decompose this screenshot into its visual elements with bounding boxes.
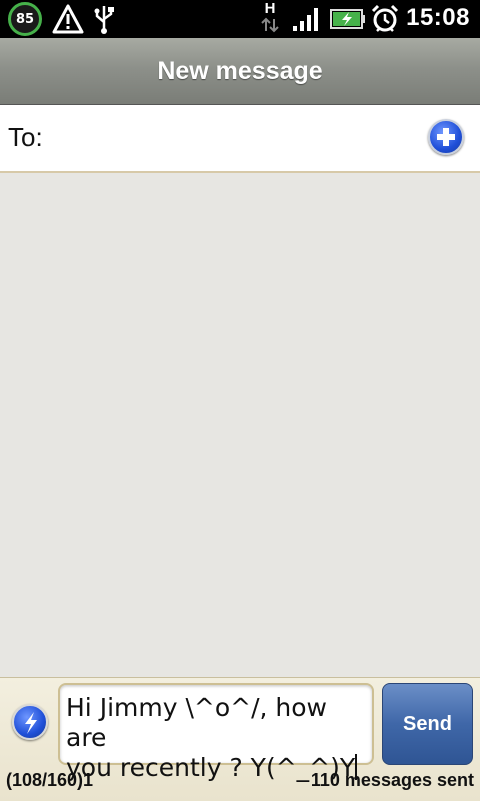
to-label: To: bbox=[8, 122, 43, 152]
battery-level-icon: 85 bbox=[8, 2, 42, 36]
lightning-icon bbox=[25, 712, 37, 734]
send-button[interactable]: Send bbox=[382, 683, 473, 765]
status-bar: 85 H 15:08 bbox=[0, 0, 480, 38]
network-type-icon: H bbox=[260, 1, 280, 35]
message-input[interactable]: Hi Jimmy \^o^/, how are you recently ? Y… bbox=[58, 683, 374, 782]
recipient-input[interactable] bbox=[60, 113, 414, 165]
alarm-icon bbox=[371, 4, 399, 32]
send-label: Send bbox=[403, 712, 452, 735]
conversation-area bbox=[0, 173, 480, 677]
battery-charging-icon bbox=[330, 9, 365, 29]
character-counter: (108/160)1 bbox=[6, 770, 94, 790]
usb-icon bbox=[94, 6, 114, 34]
page-title: New message bbox=[157, 56, 323, 85]
messages-sent-count: 110 messages sent bbox=[310, 770, 474, 790]
network-type-label: H bbox=[264, 0, 276, 17]
add-recipient-button[interactable] bbox=[428, 119, 464, 155]
title-bar: New message bbox=[0, 38, 480, 105]
clock: 15:08 bbox=[406, 4, 470, 31]
recipient-row: To: bbox=[0, 105, 480, 173]
warning-icon bbox=[52, 4, 84, 34]
quick-text-button[interactable] bbox=[12, 704, 48, 740]
plus-icon bbox=[437, 128, 455, 146]
signal-icon bbox=[293, 8, 318, 31]
battery-level-text: 85 bbox=[15, 11, 35, 27]
message-line-1: Hi Jimmy \^o^/, how are bbox=[66, 693, 327, 752]
